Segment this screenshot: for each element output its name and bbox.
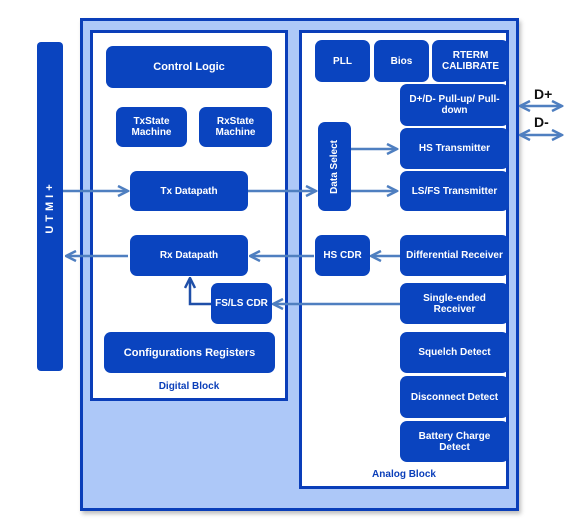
d-minus-label: D- [534,114,549,130]
pll-block: PLL [315,40,370,82]
wire-fsls-cdr-to-rx-datapath [190,278,211,306]
control-logic-block: Control Logic [106,46,272,88]
squelch-detect-block: Squelch Detect [400,332,509,373]
single-ended-receiver-block: Single-ended Receiver [400,283,509,324]
d-plus-label: D+ [534,86,553,102]
rx-state-machine-block: RxState Machine [199,107,272,147]
tx-state-machine-block: TxState Machine [116,107,187,147]
tx-datapath-block: Tx Datapath [130,171,248,211]
configuration-registers-block: Configurations Registers [104,332,275,373]
differential-receiver-block: Differential Receiver [400,235,509,276]
battery-charge-detect-block: Battery Charge Detect [400,421,509,462]
ls-fs-transmitter-block: LS/FS Transmitter [400,171,509,211]
rterm-calibrate-block: RTERM CALIBRATE [432,40,509,82]
disconnect-detect-block: Disconnect Detect [400,376,509,418]
data-select-label: Data Select [329,139,340,194]
hs-transmitter-block: HS Transmitter [400,128,509,169]
bios-block: Bios [374,40,429,82]
data-select-block: Data Select [318,122,351,211]
hs-cdr-block: HS CDR [315,235,370,276]
rx-datapath-block: Rx Datapath [130,235,248,276]
pull-up-down-block: D+/D- Pull-up/ Pull-down [400,84,509,126]
fs-ls-cdr-block: FS/LS CDR [211,283,272,324]
